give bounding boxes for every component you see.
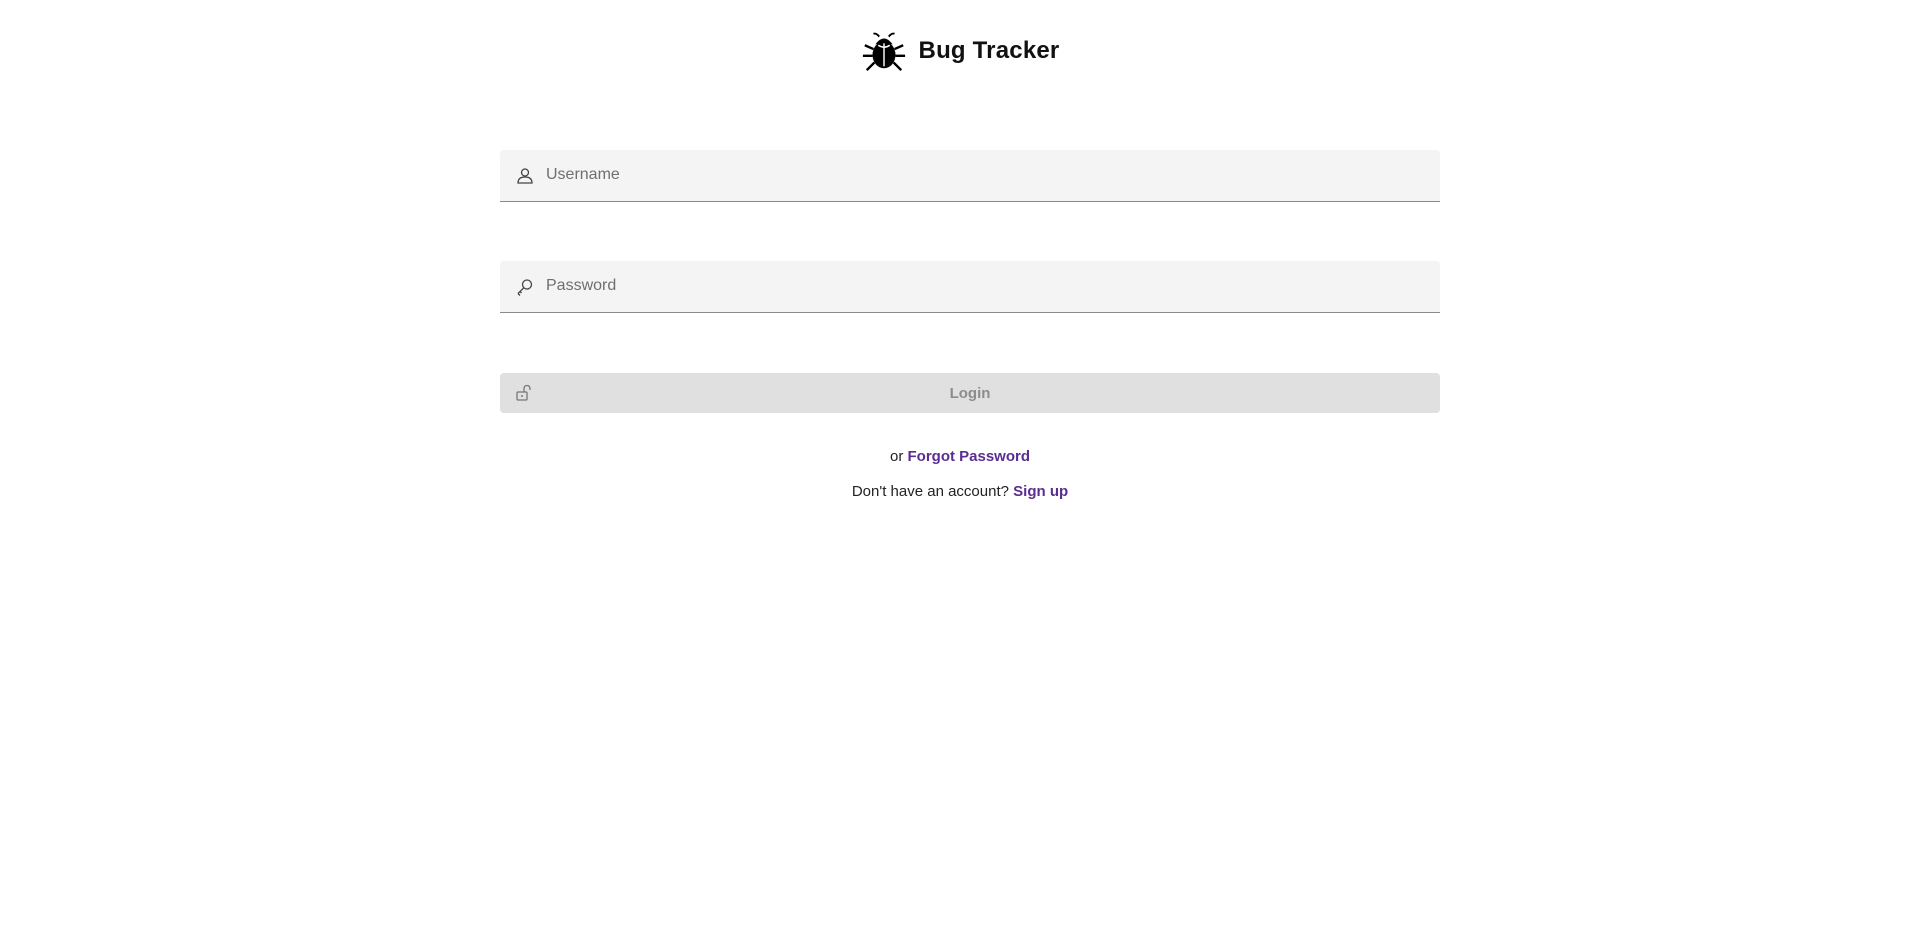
signup-line: Don't have an account? Sign up xyxy=(0,482,1920,502)
app-header: Bug Tracker xyxy=(0,28,1920,74)
forgot-password-line: or Forgot Password xyxy=(0,447,1920,467)
forgot-prefix: or xyxy=(889,448,904,465)
unlock-icon xyxy=(516,384,531,401)
login-form: Login xyxy=(500,150,1440,413)
key-icon xyxy=(517,279,533,296)
signup-prefix: Don't have an account? xyxy=(851,483,1009,500)
password-field[interactable] xyxy=(500,261,1440,313)
password-input[interactable] xyxy=(546,261,1426,311)
user-icon xyxy=(517,168,533,184)
username-input[interactable] xyxy=(546,150,1426,200)
sign-up-link[interactable]: Sign up xyxy=(1013,483,1068,500)
login-button[interactable]: Login xyxy=(500,373,1440,413)
forgot-password-link[interactable]: Forgot Password xyxy=(908,448,1031,465)
login-button-label: Login xyxy=(949,384,991,402)
auth-links: or Forgot Password Don't have an account… xyxy=(0,447,1920,502)
bug-icon xyxy=(862,32,905,72)
app-title: Bug Tracker xyxy=(918,37,1060,64)
username-field[interactable] xyxy=(500,150,1440,202)
